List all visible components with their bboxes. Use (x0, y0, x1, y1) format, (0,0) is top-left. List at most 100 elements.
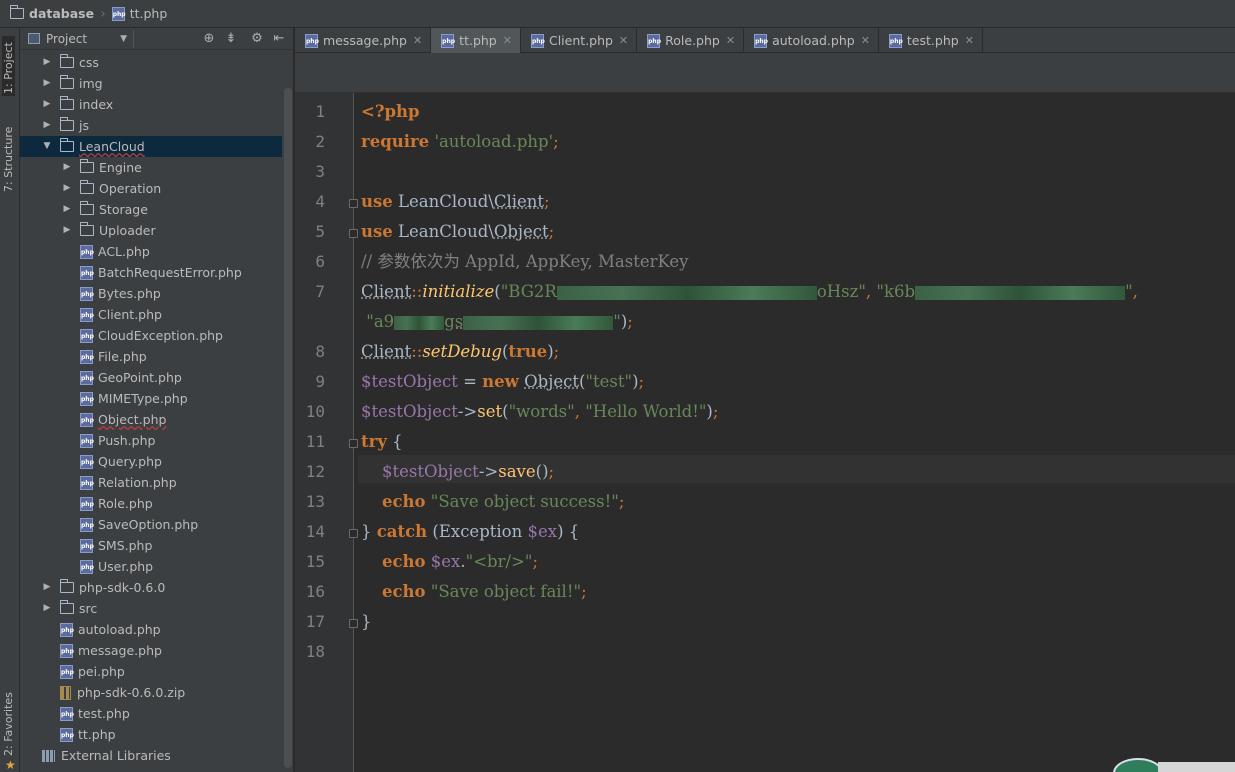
tree-item[interactable]: ▶ Operation (20, 178, 282, 199)
line-number: 9 (315, 372, 325, 391)
structure-tool-tab[interactable]: 7: Structure (2, 120, 15, 192)
tree-item-label: index (79, 97, 114, 112)
tree-item[interactable]: php Query.php (20, 451, 282, 472)
variable: $testObject (381, 462, 479, 481)
tree-item[interactable]: php Push.php (20, 430, 282, 451)
line-number: 12 (305, 462, 325, 481)
tree-item[interactable]: php Role.php (20, 493, 282, 514)
keyword: echo (381, 492, 426, 511)
tree-item[interactable]: php pei.php (20, 661, 282, 682)
php-file-icon: php (60, 643, 74, 658)
tree-item-label: MIMEType.php (98, 391, 188, 406)
code-editor[interactable]: <?php require 'autoload.php'; use LeanCl… (349, 93, 1235, 772)
tree-item[interactable]: php-sdk-0.6.0.zip (20, 682, 282, 703)
project-tool-tab[interactable]: 1: Project (2, 36, 15, 96)
tree-item[interactable]: ▶ php-sdk-0.6.0 (20, 577, 282, 598)
tree-item[interactable]: ▶ Storage (20, 199, 282, 220)
tree-item[interactable]: ▶ Engine (20, 157, 282, 178)
project-panel: Project ▼ ⊕ ⇟ ⚙ ⇤ ▶ css ▶ img ▶ index ▶ js ▼ Lean… (20, 28, 294, 772)
editor-tab-label: Role.php (665, 33, 720, 48)
tree-item[interactable]: ▶ index (20, 94, 282, 115)
expand-right-icon[interactable]: ▶ (62, 199, 72, 220)
fold-marker[interactable] (349, 439, 358, 448)
expand-right-icon[interactable]: ▶ (62, 178, 72, 199)
close-icon[interactable]: ✕ (726, 34, 735, 47)
tree-item[interactable]: php SMS.php (20, 535, 282, 556)
tree-item[interactable]: External Libraries (20, 745, 282, 766)
hide-panel-icon[interactable]: ⇤ (271, 31, 287, 47)
expand-right-icon[interactable]: ▶ (62, 157, 72, 178)
editor-tab[interactable]: php autoload.php ✕ (744, 28, 879, 53)
tree-item[interactable]: php Client.php (20, 304, 282, 325)
tree-item-label: autoload.php (78, 622, 161, 637)
tree-item[interactable]: php MIMEType.php (20, 388, 282, 409)
tree-item[interactable]: php autoload.php (20, 619, 282, 640)
editor-tab[interactable]: php test.php ✕ (879, 28, 983, 53)
tree-item[interactable]: ▶ img (20, 73, 282, 94)
tree-item[interactable]: php Bytes.php (20, 283, 282, 304)
tree-item[interactable]: php CloudException.php (20, 325, 282, 346)
tree-item[interactable]: php Object.php (20, 409, 282, 430)
comment: // 参数依次为 AppId, AppKey, MasterKey (361, 252, 689, 271)
favorites-tool-tab[interactable]: 2: Favorites (2, 692, 15, 756)
close-icon[interactable]: ✕ (413, 34, 422, 47)
project-tree-scrollbar[interactable] (284, 88, 292, 768)
expand-right-icon[interactable]: ▶ (42, 94, 52, 115)
tree-item[interactable]: ▼ LeanCloud (20, 136, 282, 157)
tree-item-label: Role.php (98, 496, 153, 511)
tree-item[interactable]: php File.php (20, 346, 282, 367)
close-icon[interactable]: ✕ (965, 34, 974, 47)
close-icon[interactable]: ✕ (619, 34, 628, 47)
gear-icon[interactable]: ⚙ (249, 31, 265, 47)
fold-marker[interactable] (349, 199, 358, 208)
tree-item[interactable]: php BatchRequestError.php (20, 262, 282, 283)
expand-right-icon[interactable]: ▶ (62, 220, 72, 241)
php-file-icon: php (80, 286, 94, 301)
folder-icon (59, 117, 74, 131)
collapse-all-icon[interactable]: ⇟ (223, 31, 239, 47)
scroll-from-source-icon[interactable]: ⊕ (201, 31, 217, 47)
redacted-text (915, 285, 1126, 300)
tree-item[interactable]: php User.php (20, 556, 282, 577)
editor-tab-label: test.php (906, 33, 959, 48)
breadcrumb-root-label: database (29, 6, 95, 21)
namespace: LeanCloud\ (398, 222, 494, 241)
fold-marker[interactable] (349, 529, 358, 538)
keyword: try (361, 432, 387, 451)
tree-item[interactable]: php SaveOption.php (20, 514, 282, 535)
expand-right-icon[interactable]: ▶ (42, 577, 52, 598)
tree-item[interactable]: php Relation.php (20, 472, 282, 493)
close-icon[interactable]: ✕ (861, 34, 870, 47)
editor-tab[interactable]: php message.php ✕ (295, 28, 432, 53)
line-number: 18 (305, 642, 325, 661)
function-name: initialize (422, 282, 495, 301)
tree-item-label: CloudException.php (98, 328, 223, 343)
project-view-icon (28, 33, 40, 44)
tree-item[interactable]: ▶ js (20, 115, 282, 136)
editor-tab[interactable]: php tt.php ✕ (431, 28, 521, 53)
fold-marker[interactable] (349, 619, 358, 628)
project-view-selector[interactable]: Project ▼ (28, 29, 134, 48)
editor-tab[interactable]: php Client.php ✕ (521, 28, 638, 53)
tree-item[interactable]: ▶ src (20, 598, 282, 619)
tree-item-label: css (79, 55, 99, 70)
fold-marker[interactable] (349, 229, 358, 238)
close-icon[interactable]: ✕ (503, 34, 512, 47)
tree-item[interactable]: php test.php (20, 703, 282, 724)
expand-down-icon[interactable]: ▼ (42, 136, 52, 157)
editor-tab[interactable]: php Role.php ✕ (637, 28, 745, 53)
expand-right-icon[interactable]: ▶ (42, 598, 52, 619)
tree-item[interactable]: ▶ css (20, 52, 282, 73)
tree-item[interactable]: php message.php (20, 640, 282, 661)
breadcrumb-root[interactable]: database (6, 4, 98, 24)
expand-right-icon[interactable]: ▶ (42, 52, 52, 73)
breadcrumb-file[interactable]: php tt.php (108, 4, 172, 24)
expand-right-icon[interactable]: ▶ (42, 115, 52, 136)
expand-right-icon[interactable]: ▶ (42, 73, 52, 94)
tree-item[interactable]: php GeoPoint.php (20, 367, 282, 388)
tree-item[interactable]: php tt.php (20, 724, 282, 745)
tree-item[interactable]: php ACL.php (20, 241, 282, 262)
tree-item[interactable]: ▶ Uploader (20, 220, 282, 241)
editor-tab-label: message.php (323, 33, 407, 48)
chevron-right-icon: › (100, 5, 106, 22)
